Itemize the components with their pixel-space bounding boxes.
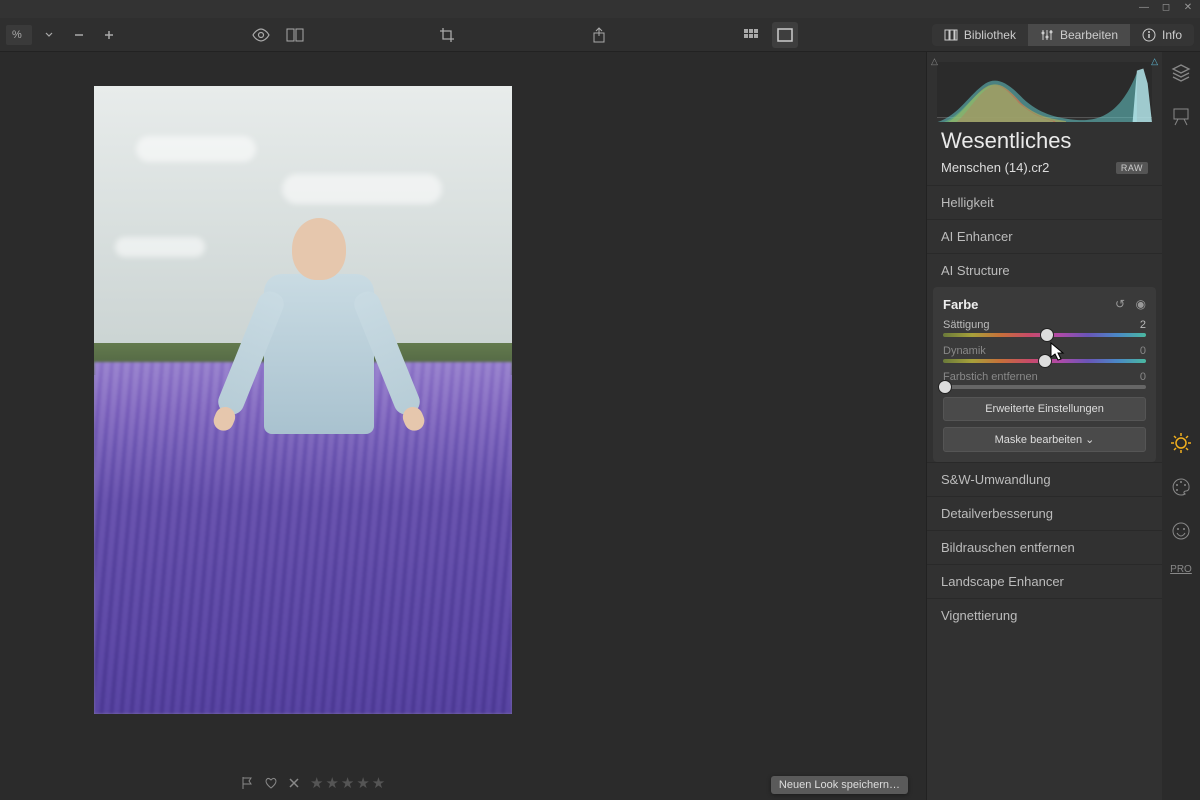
advanced-settings-button[interactable]: Erweiterte Einstellungen <box>943 397 1146 421</box>
edit-mask-button[interactable]: Maske bearbeiten ⌄ <box>943 427 1146 452</box>
file-row: Menschen (14).cr2 RAW <box>927 156 1162 185</box>
slider-saturation-thumb[interactable] <box>1041 329 1053 341</box>
tab-library-label: Bibliothek <box>964 28 1016 42</box>
main-area: ★★★★★ △ △ Wesentliches Menschen (14).cr2… <box>0 52 1200 800</box>
essentials-tool-icon[interactable] <box>1170 432 1192 454</box>
creative-tool-icon[interactable] <box>1170 476 1192 498</box>
slider-vibrance: Dynamik 0 <box>943 345 1146 363</box>
panel-ai-enhancer[interactable]: AI Enhancer <box>927 219 1162 253</box>
tab-edit-label: Bearbeiten <box>1060 28 1118 42</box>
slider-vibrance-thumb[interactable] <box>1039 355 1051 367</box>
tab-edit[interactable]: Bearbeiten <box>1028 24 1130 46</box>
slider-vibrance-value: 0 <box>1140 345 1146 357</box>
window-close-button[interactable]: ✕ <box>1182 3 1194 15</box>
panel-detail[interactable]: Detailverbesserung <box>927 496 1162 530</box>
reset-icon[interactable]: ↺ <box>1115 297 1125 311</box>
slider-saturation-value: 2 <box>1140 319 1146 331</box>
slider-colorcast-label: Farbstich entfernen <box>943 371 1038 383</box>
slider-colorcast-track[interactable] <box>943 385 1146 389</box>
zoom-field[interactable]: % <box>6 25 32 45</box>
zoom-out-button[interactable] <box>66 22 92 48</box>
window-maximize-button[interactable]: ◻ <box>1160 3 1172 15</box>
layout-toggle-group <box>738 22 798 48</box>
mode-tabs: Bibliothek Bearbeiten Info <box>932 24 1194 46</box>
heart-icon[interactable] <box>264 776 278 790</box>
panel-color-title: Farbe <box>943 297 978 312</box>
flag-icon[interactable] <box>240 776 254 790</box>
window-titlebar: — ◻ ✕ <box>0 0 1200 18</box>
tab-info-label: Info <box>1162 28 1182 42</box>
raw-badge: RAW <box>1116 162 1148 174</box>
slider-colorcast-value: 0 <box>1140 371 1146 383</box>
canvas-area: ★★★★★ <box>0 52 926 800</box>
panel-landscape[interactable]: Landscape Enhancer <box>927 564 1162 598</box>
preview-eye-icon[interactable] <box>248 22 274 48</box>
panel-color: Farbe ↺ ◉ Sättigung 2 Dynamik 0 <box>933 287 1156 462</box>
panel-vignette[interactable]: Vignettierung <box>927 598 1162 632</box>
reject-x-icon[interactable] <box>288 777 300 789</box>
grid-view-icon[interactable] <box>738 22 764 48</box>
view-toggle-group <box>248 22 308 48</box>
panel-brightness[interactable]: Helligkeit <box>927 185 1162 219</box>
slider-saturation: Sättigung 2 <box>943 319 1146 337</box>
canvas-icon[interactable] <box>1170 106 1192 128</box>
panel-noise[interactable]: Bildrauschen entfernen <box>927 530 1162 564</box>
rating-stars[interactable]: ★★★★★ <box>310 774 387 793</box>
slider-vibrance-label: Dynamik <box>943 345 986 357</box>
single-view-icon[interactable] <box>772 22 798 48</box>
compare-icon[interactable] <box>282 22 308 48</box>
canvas-viewport[interactable] <box>0 52 926 766</box>
zoom-in-button[interactable] <box>96 22 122 48</box>
share-icon[interactable] <box>586 22 612 48</box>
tab-info[interactable]: Info <box>1130 24 1194 46</box>
save-look-tooltip[interactable]: Neuen Look speichern… <box>771 776 908 794</box>
tool-strip: PRO <box>1162 52 1200 800</box>
window-minimize-button[interactable]: — <box>1138 3 1150 15</box>
histogram[interactable]: △ △ <box>937 62 1152 118</box>
rating-stars-glyphs: ★★★★★ <box>310 775 387 792</box>
slider-vibrance-track[interactable] <box>943 359 1146 363</box>
tab-library[interactable]: Bibliothek <box>932 24 1028 46</box>
photo-preview <box>94 86 512 714</box>
layers-icon[interactable] <box>1170 62 1192 84</box>
edit-panel: △ △ Wesentliches Menschen (14).cr2 RAW H… <box>926 52 1162 800</box>
top-toolbar: % B <box>0 18 1200 52</box>
portrait-tool-icon[interactable] <box>1170 520 1192 542</box>
filename-label: Menschen (14).cr2 <box>941 160 1049 175</box>
zoom-dropdown-icon[interactable] <box>36 22 62 48</box>
zoom-controls: % <box>6 22 122 48</box>
panel-bw[interactable]: S&W-Umwandlung <box>927 462 1162 496</box>
pro-link[interactable]: PRO <box>1170 564 1192 575</box>
crop-tool-icon[interactable] <box>434 22 460 48</box>
slider-saturation-label: Sättigung <box>943 319 989 331</box>
panel-ai-structure[interactable]: AI Structure <box>927 253 1162 287</box>
panel-section-title: Wesentliches <box>927 120 1162 156</box>
highlight-clip-icon[interactable]: △ <box>1151 56 1158 67</box>
panel-toggle-icon[interactable]: ◉ <box>1136 297 1146 311</box>
slider-colorcast-thumb[interactable] <box>939 381 951 393</box>
slider-saturation-track[interactable] <box>943 333 1146 337</box>
slider-colorcast: Farbstich entfernen 0 <box>943 371 1146 389</box>
